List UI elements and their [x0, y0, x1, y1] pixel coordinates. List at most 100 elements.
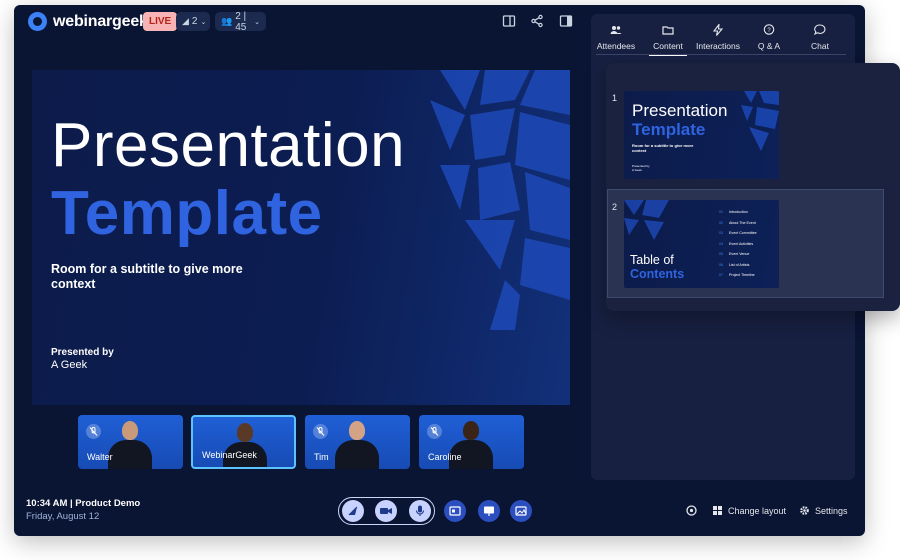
participant-video — [108, 440, 152, 469]
tab-label: Q & A — [757, 41, 781, 51]
tab-q-and-a[interactable]: ? Q & A — [740, 24, 798, 56]
session-time-title: 10:34 AM | Product Demo — [26, 498, 141, 509]
participant-name: Caroline — [428, 452, 462, 462]
tabs-divider — [596, 54, 846, 55]
brand-name: webinargeek — [53, 12, 148, 30]
toc-label: List of Artists — [729, 262, 750, 267]
participant-tile-caroline[interactable]: Caroline — [419, 415, 524, 469]
participant-avatar — [237, 423, 253, 442]
session-date: Friday, August 12 — [26, 511, 100, 522]
toc-number: 07 — [719, 273, 723, 277]
folder-icon — [662, 24, 674, 36]
slide-title-line1: Presentation — [51, 111, 406, 180]
presenters-count: 2 — [191, 16, 198, 27]
presenter-icon: ◢ — [182, 16, 189, 26]
slide-number: 1 — [612, 93, 618, 103]
presenters-dropdown[interactable]: ◢ 2 ⌄ — [176, 12, 210, 31]
svg-text:?: ? — [767, 28, 771, 34]
participant-name: WebinarGeek — [202, 450, 257, 460]
toc-number: 05 — [719, 252, 723, 256]
side-panel-tabs: Attendees Content Interactions ? Q & A C… — [591, 14, 855, 56]
participant-avatar — [122, 421, 138, 440]
participant-avatar — [463, 421, 479, 440]
brand-logo: webinargeek — [28, 12, 148, 31]
question-bubble-icon: ? — [763, 24, 775, 36]
camera-toggle-button[interactable] — [375, 500, 397, 522]
slide-thumbnail-2[interactable]: Table of Contents 01 Introduction 02 About… — [624, 200, 779, 288]
presentation-slide: Presentation Template Room for a subtitl… — [32, 70, 570, 405]
toc-item: 03 Event Committee — [719, 231, 777, 242]
brand-settings-icon[interactable] — [686, 505, 697, 516]
toc-label: Project Timeline — [729, 273, 755, 277]
tab-interactions[interactable]: Interactions — [689, 24, 747, 56]
live-badge: LIVE — [143, 12, 178, 31]
tab-label: Chat — [811, 41, 829, 51]
share-icon[interactable] — [530, 14, 544, 28]
participant-avatar — [349, 421, 365, 440]
toc-item: 02 About The Event — [719, 221, 777, 232]
users-icon — [610, 24, 622, 36]
slide-title-line2: Template — [51, 179, 323, 248]
tab-attendees[interactable]: Attendees — [587, 24, 645, 56]
gear-icon[interactable] — [799, 505, 810, 516]
tab-chat[interactable]: Chat — [791, 24, 849, 56]
tab-label: Attendees — [596, 41, 636, 51]
thumbnail-decoration — [624, 200, 669, 240]
bolt-icon — [712, 24, 724, 36]
toc-label: About The Event — [729, 220, 756, 225]
toc-label: Event Committee — [729, 231, 757, 235]
thumbnail-decoration — [741, 91, 779, 151]
thumb-title-line2: Template — [632, 120, 706, 139]
thumb-title-line1: Table of — [630, 253, 674, 267]
toc-number: 02 — [719, 220, 723, 225]
presenter-toggle-button[interactable] — [342, 500, 364, 522]
share-screen-button[interactable] — [478, 500, 500, 522]
slide-thumbnail-1[interactable]: Presentation Template Room for a subtitl… — [624, 91, 779, 179]
table-of-contents-list: 01 Introduction 02 About The Event 03 Event… — [719, 210, 777, 284]
mic-off-icon — [313, 424, 328, 439]
toc-label: Event Venue — [729, 252, 750, 256]
sidebar-toggle-icon[interactable] — [559, 14, 573, 28]
tab-content[interactable]: Content — [649, 24, 687, 56]
share-media-button[interactable] — [510, 500, 532, 522]
toc-label: Introduction — [729, 210, 748, 214]
participant-tile-webinargeek[interactable]: WebinarGeek — [191, 415, 296, 469]
slide-decoration — [430, 70, 570, 330]
layout-panel-icon[interactable] — [502, 14, 516, 28]
toc-item: 04 Event Activities — [719, 242, 777, 253]
change-layout-button[interactable]: Change layout — [728, 506, 786, 516]
chevron-down-icon: ⌄ — [254, 18, 260, 26]
chat-bubble-icon — [814, 24, 826, 36]
toc-item: 07 Project Timeline — [719, 273, 777, 284]
microphone-toggle-button[interactable] — [409, 500, 431, 522]
slide-presenter-name: A Geek — [51, 359, 88, 371]
toc-number: 03 — [719, 231, 723, 235]
thumb-title-line2: Contents — [630, 267, 685, 281]
thumb-title-line1: Presentation — [632, 101, 728, 120]
mic-off-icon — [427, 424, 442, 439]
toc-label: Event Activities — [729, 241, 754, 246]
participant-name: Tim — [314, 452, 329, 462]
grid-layout-icon[interactable] — [712, 505, 723, 516]
toc-number: 01 — [719, 210, 723, 214]
toc-number: 04 — [719, 241, 723, 246]
participant-video — [335, 440, 379, 469]
toc-item: 01 Introduction — [719, 210, 777, 221]
thumb-subtitle: Room for a subtitle to give more context — [632, 143, 694, 153]
settings-button[interactable]: Settings — [815, 506, 848, 516]
webinargeek-logo-icon — [28, 12, 47, 31]
toc-number: 06 — [719, 262, 723, 267]
users-icon: 👥 — [221, 16, 233, 26]
mic-off-icon — [86, 424, 101, 439]
thumb-presenter: A Geek — [632, 168, 642, 172]
chevron-down-icon: ⌄ — [200, 18, 207, 26]
participant-name: Walter — [87, 452, 113, 462]
attendees-dropdown[interactable]: 👥 2 | 45 ⌄ — [215, 11, 266, 33]
participant-tile-walter[interactable]: Walter — [78, 415, 183, 469]
participant-tile-tim[interactable]: Tim — [305, 415, 410, 469]
toc-item: 06 List of Artists — [719, 263, 777, 274]
slide-presented-by-label: Presented by — [51, 347, 114, 358]
toc-item: 05 Event Venue — [719, 252, 777, 263]
share-slides-button[interactable] — [444, 500, 466, 522]
tab-label: Content — [653, 41, 683, 51]
